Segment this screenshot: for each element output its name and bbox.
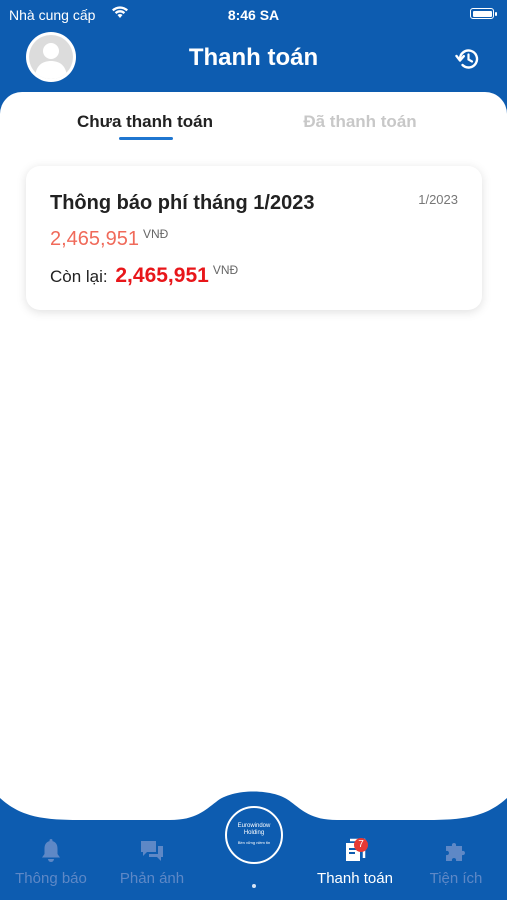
nav-phan-anh[interactable]: Phản ánh <box>102 838 202 887</box>
logo-text: Eurowindow Holding <box>237 823 271 836</box>
header: Thanh toán <box>0 30 507 94</box>
puzzle-icon <box>446 843 465 861</box>
nav-label: Phản ánh <box>119 870 185 887</box>
bill-period: 1/2023 <box>418 192 458 207</box>
bell-icon <box>42 839 60 862</box>
bill-amount-currency: VNĐ <box>142 227 169 241</box>
nav-tien-ich[interactable]: Tiện ích <box>406 838 506 887</box>
chat-bubbles-icon <box>141 841 163 861</box>
notification-badge: 7 <box>354 838 368 852</box>
content-panel: Chưa thanh toán Đã thanh toán Thông báo … <box>0 92 507 832</box>
battery-icon <box>470 8 497 19</box>
bill-card[interactable]: Thông báo phí tháng 1/2023 1/2023 2,465,… <box>26 166 482 310</box>
nav-label: Tiện ích <box>429 870 483 887</box>
tab-unpaid[interactable]: Chưa thanh toán <box>60 112 230 132</box>
tab-bar: Chưa thanh toán Đã thanh toán <box>0 92 507 152</box>
clock: 8:46 SA <box>227 7 280 23</box>
active-tab-indicator <box>119 137 173 140</box>
logo-tagline: Bền vững niềm tin <box>237 840 271 845</box>
remaining-label: Còn lại: <box>50 267 108 286</box>
nav-thong-bao[interactable]: Thông báo <box>1 838 101 887</box>
nav-label: Thông báo <box>15 870 87 887</box>
bill-remaining: Còn lại: 2,465,951 VNĐ <box>50 263 239 288</box>
status-bar: Nhà cung cấp 8:46 SA <box>0 0 507 30</box>
page-title: Thanh toán <box>188 44 319 71</box>
tab-paid[interactable]: Đã thanh toán <box>275 112 445 132</box>
center-logo-button[interactable]: Eurowindow Holding Bền vững niềm tin <box>225 806 283 864</box>
remaining-amount: 2,465,951 <box>115 264 209 287</box>
nav-label: Thanh toán <box>317 870 393 887</box>
bill-title: Thông báo phí tháng 1/2023 <box>50 192 315 214</box>
history-icon[interactable] <box>455 46 481 72</box>
remaining-currency: VNĐ <box>212 263 239 277</box>
bill-amount-value: 2,465,951 <box>50 228 139 250</box>
bill-amount: 2,465,951 VNĐ <box>50 227 169 251</box>
page-indicator-dot <box>252 884 256 888</box>
